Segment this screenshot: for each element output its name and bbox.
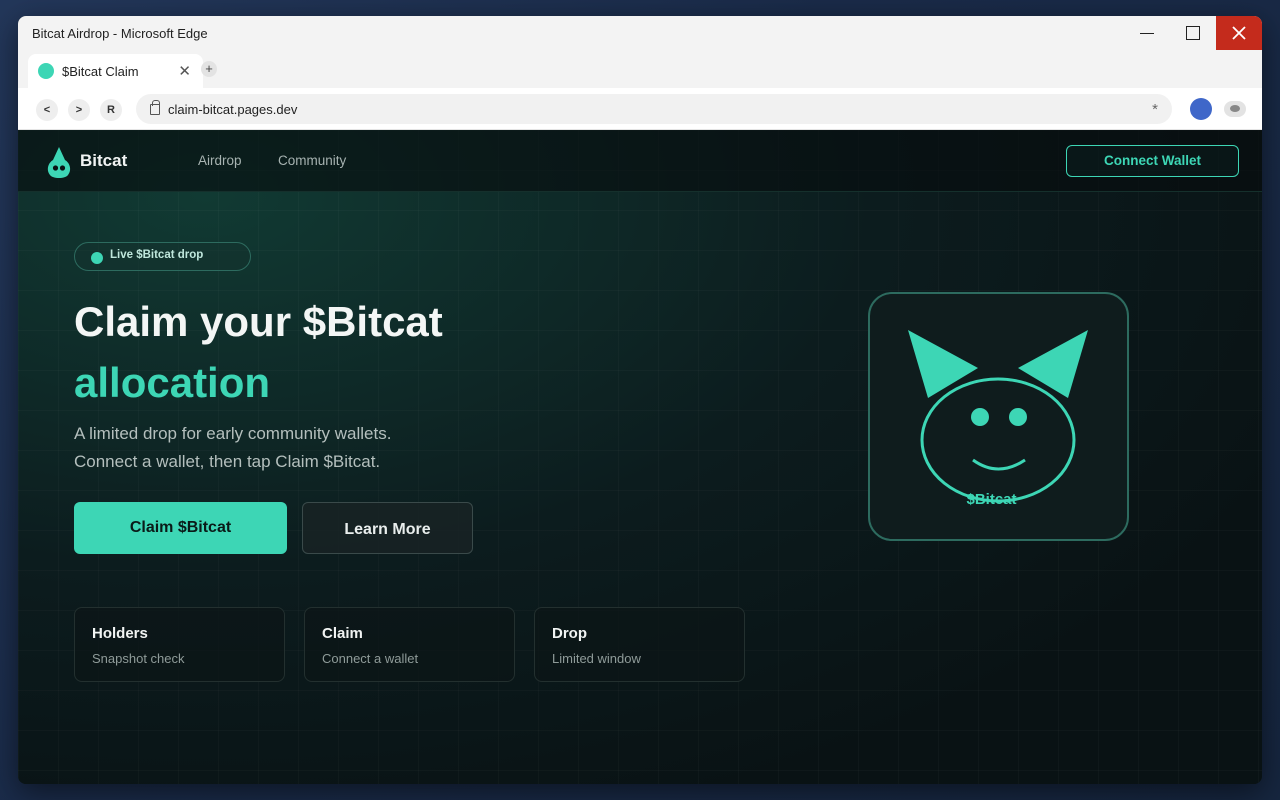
- close-window-button[interactable]: [1216, 16, 1262, 50]
- card-text: Limited window: [552, 651, 641, 666]
- address-bar[interactable]: claim-bitcat.pages.dev *: [136, 94, 1172, 124]
- lock-icon: [150, 99, 160, 115]
- mascot-card: $Bitcat: [868, 292, 1129, 541]
- minimize-button[interactable]: [1124, 16, 1170, 50]
- claim-bitcat-button[interactable]: Claim $Bitcat: [74, 502, 287, 554]
- url-text: claim-bitcat.pages.dev: [168, 101, 298, 117]
- hero-title: Claim your $Bitcat: [74, 298, 443, 345]
- card-text: Connect a wallet: [322, 651, 419, 666]
- tab-label: $Bitcat Claim: [62, 63, 139, 79]
- live-drop-badge: Live $Bitcat drop: [74, 242, 251, 271]
- live-dot-icon: [91, 252, 103, 264]
- favicon-icon: [38, 63, 54, 79]
- badge-label: Live $Bitcat drop: [110, 249, 204, 261]
- minimize-icon: [1140, 32, 1154, 34]
- connect-wallet-button[interactable]: Connect Wallet: [1066, 145, 1239, 177]
- profile-avatar-icon[interactable]: [1190, 98, 1212, 120]
- eye-extension-icon[interactable]: [1224, 101, 1246, 117]
- close-icon: [1232, 26, 1246, 40]
- maximize-icon: [1186, 26, 1200, 40]
- title-bar: Bitcat Airdrop - Microsoft Edge: [18, 16, 1262, 50]
- card-title: Claim: [322, 625, 363, 642]
- browser-window: Bitcat Airdrop - Microsoft Edge $Bitcat …: [18, 16, 1262, 784]
- card-text: Snapshot check: [92, 651, 185, 666]
- tab-close-icon[interactable]: ✕: [178, 64, 191, 79]
- new-tab-button[interactable]: +: [201, 61, 217, 77]
- tab-strip: $Bitcat Claim ✕ +: [18, 50, 1262, 88]
- info-card-holders: Holders Snapshot check: [74, 607, 285, 682]
- hero-subtitle-line1: A limited drop for early community walle…: [74, 424, 392, 443]
- web-page: Bitcat Airdrop Community Connect Wallet …: [18, 130, 1262, 784]
- maximize-button[interactable]: [1170, 16, 1216, 50]
- learn-more-button[interactable]: Learn More: [302, 502, 473, 554]
- mascot-label: $Bitcat: [966, 491, 1017, 508]
- hero-title-accent: allocation: [74, 359, 271, 406]
- back-button[interactable]: <: [36, 99, 58, 121]
- brand-name[interactable]: Bitcat: [80, 151, 127, 171]
- card-title: Drop: [552, 625, 587, 642]
- site-header: Bitcat Airdrop Community Connect Wallet: [18, 130, 1262, 192]
- window-title: Bitcat Airdrop - Microsoft Edge: [32, 25, 208, 41]
- forward-button[interactable]: >: [68, 99, 90, 121]
- reload-button[interactable]: R: [100, 99, 122, 121]
- address-row: < > R claim-bitcat.pages.dev *: [18, 88, 1262, 130]
- nav-link-airdrop[interactable]: Airdrop: [198, 153, 242, 168]
- cat-logo-icon: [47, 147, 71, 178]
- info-card-drop: Drop Limited window: [534, 607, 745, 682]
- nav-link-community[interactable]: Community: [278, 153, 346, 168]
- tab-bitcat-claim[interactable]: $Bitcat Claim ✕: [28, 54, 203, 88]
- hero-subtitle-line2: Connect a wallet, then tap Claim $Bitcat…: [74, 452, 381, 471]
- favorite-icon[interactable]: *: [1152, 101, 1158, 118]
- card-title: Holders: [92, 625, 148, 642]
- info-card-claim: Claim Connect a wallet: [304, 607, 515, 682]
